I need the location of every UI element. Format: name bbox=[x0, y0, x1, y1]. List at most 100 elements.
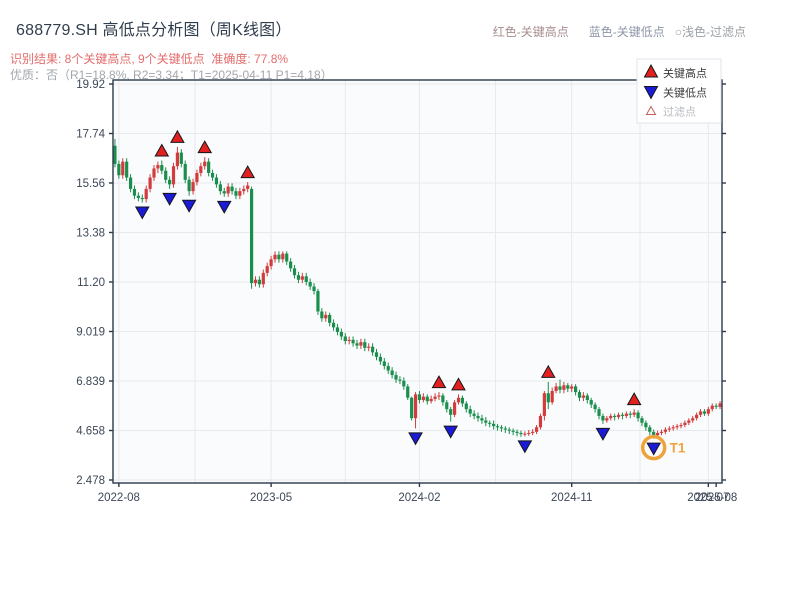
candle-body bbox=[460, 397, 464, 404]
candle-body bbox=[675, 426, 679, 428]
x-tick-label: 2022-08 bbox=[98, 492, 140, 504]
y-tick-label: 2.478 bbox=[76, 475, 105, 487]
candle-body bbox=[121, 161, 125, 176]
candle-body bbox=[499, 427, 504, 429]
candle-body bbox=[534, 427, 539, 432]
legend-filter-label: 过滤点 bbox=[663, 106, 696, 119]
candle-body bbox=[371, 346, 375, 353]
candle-body bbox=[562, 385, 566, 390]
candle-body bbox=[203, 161, 207, 167]
candle-body bbox=[589, 400, 593, 405]
candle-body bbox=[394, 375, 398, 380]
y-tick-label: 17.74 bbox=[76, 128, 105, 140]
candle-body bbox=[472, 413, 476, 416]
candle-body bbox=[492, 423, 496, 427]
legend-key-low-label: 关键低点 bbox=[663, 86, 707, 100]
candle-body bbox=[175, 152, 180, 167]
candle-body bbox=[449, 409, 453, 415]
candle-body bbox=[324, 314, 328, 319]
y-tick-label: 9.019 bbox=[76, 326, 105, 338]
candle-body bbox=[710, 405, 714, 410]
candle-body bbox=[355, 343, 359, 346]
x-tick-label: 2024-11 bbox=[551, 492, 592, 504]
candle-body bbox=[507, 429, 511, 431]
candle-body bbox=[484, 420, 488, 423]
candle-body bbox=[464, 403, 468, 410]
candle-body bbox=[620, 414, 625, 416]
candle-body bbox=[468, 409, 472, 414]
candle-body bbox=[550, 390, 554, 403]
candle-body bbox=[515, 431, 519, 433]
y-tick-label: 6.839 bbox=[76, 376, 105, 388]
candle-body bbox=[308, 281, 312, 287]
candle-body bbox=[609, 415, 613, 419]
candle-body bbox=[125, 161, 129, 178]
t1-label: T1 bbox=[670, 441, 686, 456]
candle-body bbox=[644, 422, 648, 428]
candle-body bbox=[281, 253, 285, 260]
y-tick-label: 4.658 bbox=[76, 426, 105, 438]
candle-body bbox=[585, 395, 589, 401]
candle-body bbox=[546, 393, 550, 403]
candle-body bbox=[452, 402, 457, 415]
candle-body bbox=[706, 409, 710, 414]
candle-body bbox=[128, 177, 133, 189]
candle-body bbox=[265, 266, 269, 273]
candle-body bbox=[410, 397, 414, 419]
candle-body bbox=[257, 279, 261, 285]
candle-body bbox=[402, 380, 406, 387]
candle-body bbox=[222, 191, 226, 194]
candle-body bbox=[113, 145, 117, 164]
candle-body bbox=[511, 430, 515, 432]
candle-body bbox=[554, 386, 558, 391]
candle-body bbox=[636, 412, 640, 419]
candle-body bbox=[195, 172, 199, 183]
candle-body bbox=[542, 393, 546, 416]
y-tick-label: 19.92 bbox=[76, 79, 105, 91]
candle-body bbox=[285, 253, 289, 262]
candle-body bbox=[331, 322, 336, 328]
candle-body bbox=[527, 432, 531, 434]
candle-body bbox=[246, 185, 250, 189]
candle-body bbox=[144, 188, 148, 200]
candle-body bbox=[343, 336, 347, 342]
candle-body bbox=[218, 184, 222, 192]
candle-body bbox=[374, 352, 379, 357]
x-tick-label: 2024-02 bbox=[398, 492, 440, 504]
candle-body bbox=[273, 254, 277, 260]
candle-body bbox=[488, 422, 492, 424]
candle-body bbox=[320, 311, 324, 319]
candle-body bbox=[398, 379, 402, 381]
candle-body bbox=[687, 420, 691, 423]
candle-body bbox=[249, 188, 254, 284]
x-tick-label: 2023-05 bbox=[250, 492, 292, 504]
candle-body bbox=[156, 165, 160, 169]
candle-body bbox=[441, 395, 445, 403]
candle-body bbox=[140, 197, 144, 200]
candle-body bbox=[367, 346, 371, 348]
candle-body bbox=[695, 414, 699, 419]
candle-body bbox=[269, 259, 273, 267]
candle-body bbox=[456, 397, 461, 403]
kline-analysis-screen: 688779.SH 高低点分析图（周K线图） 红色-关键高点 蓝色-关键低点 ○… bbox=[0, 0, 800, 600]
candle-body bbox=[702, 411, 707, 414]
candle-body bbox=[698, 411, 703, 415]
candle-body bbox=[648, 427, 652, 432]
candle-body bbox=[304, 276, 308, 282]
candle-body bbox=[347, 339, 351, 342]
candle-body bbox=[652, 431, 656, 436]
candle-body bbox=[136, 195, 140, 198]
candle-body bbox=[191, 182, 195, 192]
candle-body bbox=[210, 172, 215, 178]
candle-body bbox=[148, 177, 152, 189]
candle-body bbox=[214, 177, 219, 185]
candle-body bbox=[519, 432, 523, 435]
candle-body bbox=[558, 386, 562, 390]
candle-body bbox=[425, 396, 429, 402]
candle-body bbox=[296, 275, 301, 280]
candle-body bbox=[292, 268, 297, 276]
candle-body bbox=[234, 191, 238, 196]
candle-body bbox=[577, 392, 582, 398]
candle-body bbox=[160, 165, 164, 171]
y-tick-label: 13.38 bbox=[76, 227, 105, 239]
